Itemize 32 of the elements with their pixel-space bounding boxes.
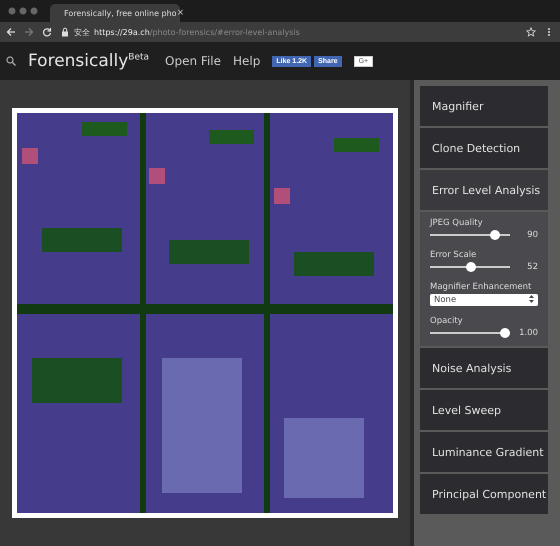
- caret-icon: [529, 295, 534, 303]
- nav-link[interactable]: Open File: [165, 54, 221, 68]
- window-controls-icon[interactable]: [8, 7, 40, 15]
- tab-title: Forensically, free online pho: [64, 8, 177, 18]
- forward-icon[interactable]: [24, 27, 34, 37]
- reload-icon[interactable]: [42, 27, 52, 37]
- tool-section[interactable]: Principal Component: [420, 474, 548, 514]
- security-label: 安全: [74, 26, 90, 38]
- slider-thumb[interactable]: [500, 328, 510, 338]
- tool-section[interactable]: Level Sweep: [420, 390, 548, 430]
- app-logo: Forensically$^{Beta}$: [28, 51, 150, 71]
- tool-section[interactable]: Noise Analysis: [420, 348, 548, 388]
- slider-value: 52: [526, 262, 538, 272]
- address-field[interactable]: https://29a.ch/photo-forensics/#error-level-analysis: [94, 28, 300, 36]
- star-icon[interactable]: [526, 27, 536, 37]
- control-label: JPEG Quality: [430, 218, 484, 228]
- control-label: Error Scale: [430, 250, 478, 260]
- slider-thumb[interactable]: [490, 230, 500, 240]
- tool-section[interactable]: Clone Detection: [420, 128, 548, 168]
- control-label: Opacity: [430, 316, 464, 326]
- slider-value: 1.00: [518, 328, 538, 338]
- tool-section[interactable]: Magnifier: [420, 86, 548, 126]
- enhancement-select[interactable]: None: [430, 294, 538, 306]
- tool-section[interactable]: Luminance Gradient: [420, 432, 548, 472]
- tool-section[interactable]: Error Level Analysis: [420, 170, 548, 210]
- nav-link[interactable]: Help: [233, 54, 260, 68]
- search-icon[interactable]: [6, 56, 16, 66]
- back-icon[interactable]: [6, 27, 16, 37]
- lock-icon: [60, 27, 70, 37]
- slider-value: 90: [526, 230, 538, 240]
- control-label: Magnifier Enhancement: [430, 282, 532, 292]
- slider-thumb[interactable]: [466, 262, 476, 272]
